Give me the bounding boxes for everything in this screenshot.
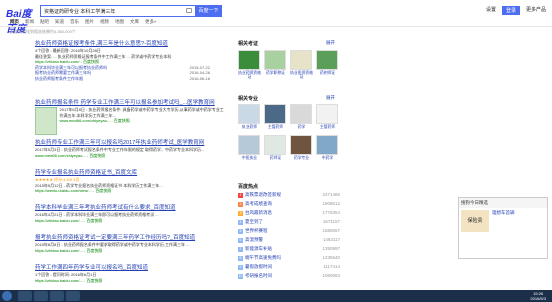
taskbar-app[interactable]	[18, 291, 32, 301]
sub-result[interactable]: 执业药师报考条件工作年限 2016-06-16	[35, 76, 210, 82]
related-item[interactable]: 中药学	[316, 135, 339, 160]
hot-list: 1 高铁票退改签新规 2271465 2 高考成绩查询 1908612 3 台风最新消息 1…	[238, 192, 340, 282]
result-item: 执业药师资格证报考条件,满三年是什么意思?-百度知道 4个回答 - 最新回答: …	[35, 41, 225, 81]
result-title[interactable]: 执业药师资格证报考条件,满三年是什么意思?-百度知道	[35, 41, 225, 48]
search-input[interactable]: 资格证药研专业 本科工学满三年	[40, 5, 195, 17]
more-products-link[interactable]: 更多产品	[526, 6, 546, 15]
result-title[interactable]: 执业药师专业工作满三年可以报名吗2017年执业药师考试_医学教育网	[35, 140, 225, 147]
tab-web[interactable]: 网页	[10, 19, 19, 25]
search-tabs: 网页 新闻 贴吧 知道 音乐 图片 视频 地图 文库 更多»	[10, 19, 157, 25]
tab-news[interactable]: 新闻	[25, 19, 34, 25]
taskbar-app[interactable]	[34, 291, 48, 301]
expand-link[interactable]: 展开	[326, 95, 335, 101]
result-title[interactable]: 执业药师报名条件 药学专业工作满三年可以报名参加考试吗_...医学教育网	[35, 100, 225, 107]
popup-ad[interactable]: 搜狗今日精选 保险贵 理想车首辆	[458, 197, 548, 259]
tab-wenku[interactable]: 文库	[130, 19, 139, 25]
divider	[0, 26, 552, 27]
login-button[interactable]: 登录	[501, 6, 520, 15]
hot-item[interactable]: 7 新能源车补贴 1350997	[238, 246, 340, 252]
taskbar-app[interactable]	[66, 291, 80, 301]
related-item[interactable]: 药学	[290, 104, 313, 129]
expand-link[interactable]: 展开	[326, 40, 335, 46]
related-certs-heading: 相关考证	[238, 41, 259, 47]
result-title[interactable]: 药学工作满四年药学专业可以报名吗_百度知道	[35, 265, 225, 272]
hot-item[interactable]: 1 高铁票退改签新规 2271465	[238, 192, 340, 198]
tab-music[interactable]: 音乐	[70, 19, 79, 25]
tab-map[interactable]: 地图	[115, 19, 124, 25]
result-url[interactable]: https://wenku.baidu.com/view/... - 百度快照	[35, 188, 225, 194]
related-item[interactable]: 执业药师	[238, 104, 261, 129]
ad-title: 搜狗今日精选	[459, 198, 547, 208]
result-snippet: 2017年6月8日 - 执业药师报名条件: 具备药学或中药学专业大专学历,从事药…	[59, 107, 224, 118]
tab-video[interactable]: 视频	[100, 19, 109, 25]
hot-list-heading: 百度热点	[238, 184, 259, 190]
related-item[interactable]: 药学专业	[290, 135, 313, 160]
camera-icon[interactable]	[186, 8, 192, 13]
result-item: 药学专业报名执业药师资格证书_百度文库 ★★★★★ 评分:4.5/5 3页 20…	[35, 170, 225, 194]
taskbar-app[interactable]	[50, 291, 64, 301]
taskbar: 15:26 2016/5/3	[0, 290, 552, 302]
result-thumbnail[interactable]	[35, 107, 57, 135]
related-item[interactable]: 中医执业	[238, 135, 261, 160]
result-title[interactable]: 报考执业药师资格证考试一定要满三年药学工作经历吗?_百度知道	[35, 235, 225, 242]
related-item[interactable]: 执业医师资格证	[290, 50, 313, 79]
tab-tieba[interactable]: 贴吧	[40, 19, 49, 25]
top-links: 设置 登录 更多产品	[486, 6, 546, 15]
result-url[interactable]: https://zhidao.baidu.com/... - 百度快照	[35, 218, 225, 224]
related-item[interactable]: 药学职称证	[264, 50, 287, 75]
tab-zhidao[interactable]: 知道	[55, 19, 64, 25]
related-item[interactable]: 执业药师资格证	[238, 50, 261, 79]
hot-item[interactable]: 9 暑假放假时间 1117414	[238, 264, 340, 270]
baidu-logo[interactable]: Bai度百度	[6, 5, 36, 35]
hot-item[interactable]: 3 台风最新消息 1775354	[238, 210, 340, 216]
hot-item[interactable]: 2 高考成绩查询 1908612	[238, 201, 340, 207]
result-item: 执业药师报名条件 药学专业工作满三年可以报名参加考试吗_...医学教育网 201…	[35, 100, 225, 135]
result-url[interactable]: https://zhidao.baidu.com/... - 百度快照	[35, 248, 225, 254]
tab-images[interactable]: 图片	[85, 19, 94, 25]
related-item[interactable]: 药剂师证	[316, 50, 339, 75]
start-button[interactable]	[2, 291, 12, 301]
result-url[interactable]: https://zhidao.baidu.com/... - 百度快照	[35, 278, 225, 284]
hot-item[interactable]: 4 夏至到了 1671157	[238, 219, 340, 225]
related-item[interactable]: 药师证	[264, 135, 287, 160]
result-url[interactable]: www.med66.com/zhiyeyao... - 百度快照	[60, 118, 226, 124]
result-item: 药学本科毕业满三年考执业药师考试有什么要求_百度知道 2016年4月21日 - …	[35, 205, 225, 223]
result-url[interactable]: www.med66.com/zhiyeyao... - 百度快照	[35, 153, 225, 159]
search-button[interactable]: 百度一下	[195, 5, 222, 17]
result-count: 百度为您找到相关结果约4,380,000个	[10, 29, 76, 34]
related-item[interactable]: 主管药师	[264, 104, 287, 129]
result-item: 药学工作满四年药学专业可以报名吗_百度知道 1个回答 - 提问时间: 2016年…	[35, 265, 225, 283]
result-snippet: 2017年5月3日 - 执业药师考试报名条件中专业工作年限的规定 取得药学、中药…	[35, 147, 205, 152]
result-title[interactable]: 药学专业报名执业药师资格证书_百度文库	[35, 170, 225, 177]
related-majors-heading: 相关专业	[238, 96, 259, 102]
clock[interactable]: 15:26 2016/5/3	[530, 291, 546, 301]
settings-link[interactable]: 设置	[486, 6, 496, 15]
result-title[interactable]: 药学本科毕业满三年考执业药师考试有什么要求_百度知道	[35, 205, 225, 212]
related-item[interactable]: 主管药师	[316, 104, 339, 129]
tab-more[interactable]: 更多»	[145, 19, 157, 25]
ad-image[interactable]: 保险贵	[461, 210, 489, 232]
result-item: 执业药师专业工作满三年可以报名吗2017年执业药师考试_医学教育网 2017年5…	[35, 140, 225, 158]
ad-text[interactable]: 理想车首辆	[492, 210, 515, 232]
hot-item[interactable]: 8 端午节高速免费吗 1236540	[238, 255, 340, 261]
hot-item[interactable]: 6 高温预警 1463117	[238, 237, 340, 243]
result-item: 报考执业药师资格证考试一定要满三年药学工作经历吗?_百度知道 2015年8月8日…	[35, 235, 225, 253]
hot-item[interactable]: 10 考研报名时间 1060063	[238, 273, 340, 279]
hot-item[interactable]: 5 世界杯赛程 1585657	[238, 228, 340, 234]
